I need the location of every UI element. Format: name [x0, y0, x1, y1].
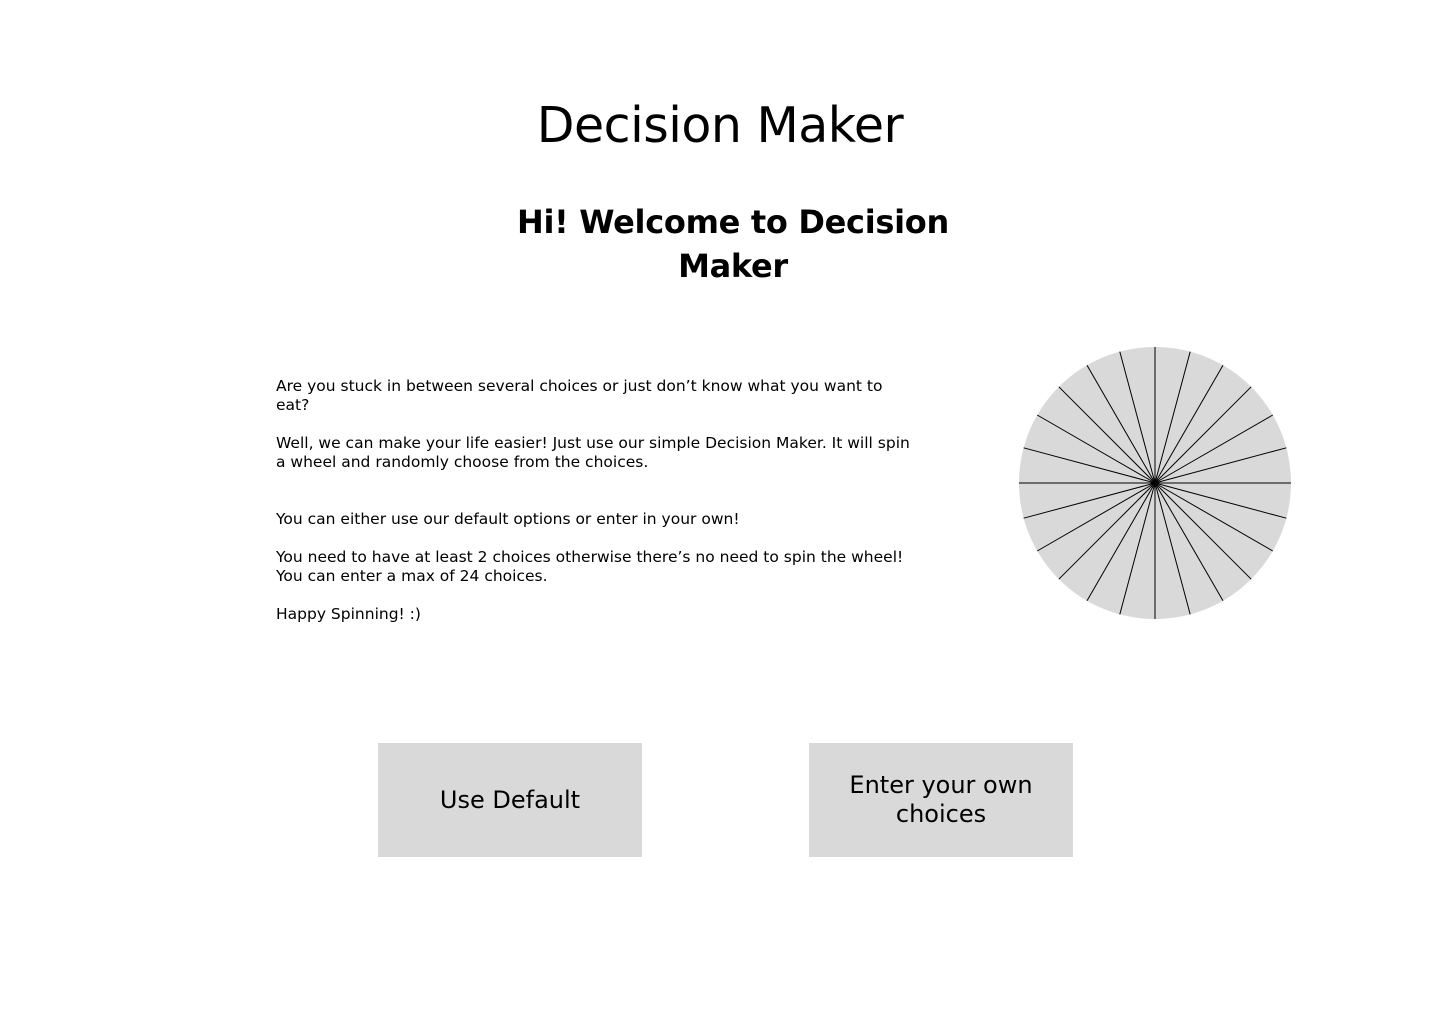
enter-own-choices-button[interactable]: Enter your own choices — [809, 743, 1073, 857]
intro-paragraph: Are you stuck in between several choices… — [276, 377, 883, 414]
page-title: Decision Maker — [536, 97, 904, 154]
welcome-heading: Hi! Welcome to Decision Maker — [517, 203, 949, 285]
intro-paragraph: Happy Spinning! :) — [276, 605, 421, 623]
intro-paragraph: You can either use our default options o… — [276, 510, 740, 528]
decision-wheel-illustration — [1019, 347, 1291, 619]
use-default-button[interactable]: Use Default — [378, 743, 642, 857]
intro-paragraph: Well, we can make your life easier! Just… — [276, 434, 910, 471]
intro-paragraph: You need to have at least 2 choices othe… — [276, 548, 904, 585]
wheel-spokes — [1019, 347, 1291, 619]
intro-text: Are you stuck in between several choices… — [276, 377, 916, 624]
